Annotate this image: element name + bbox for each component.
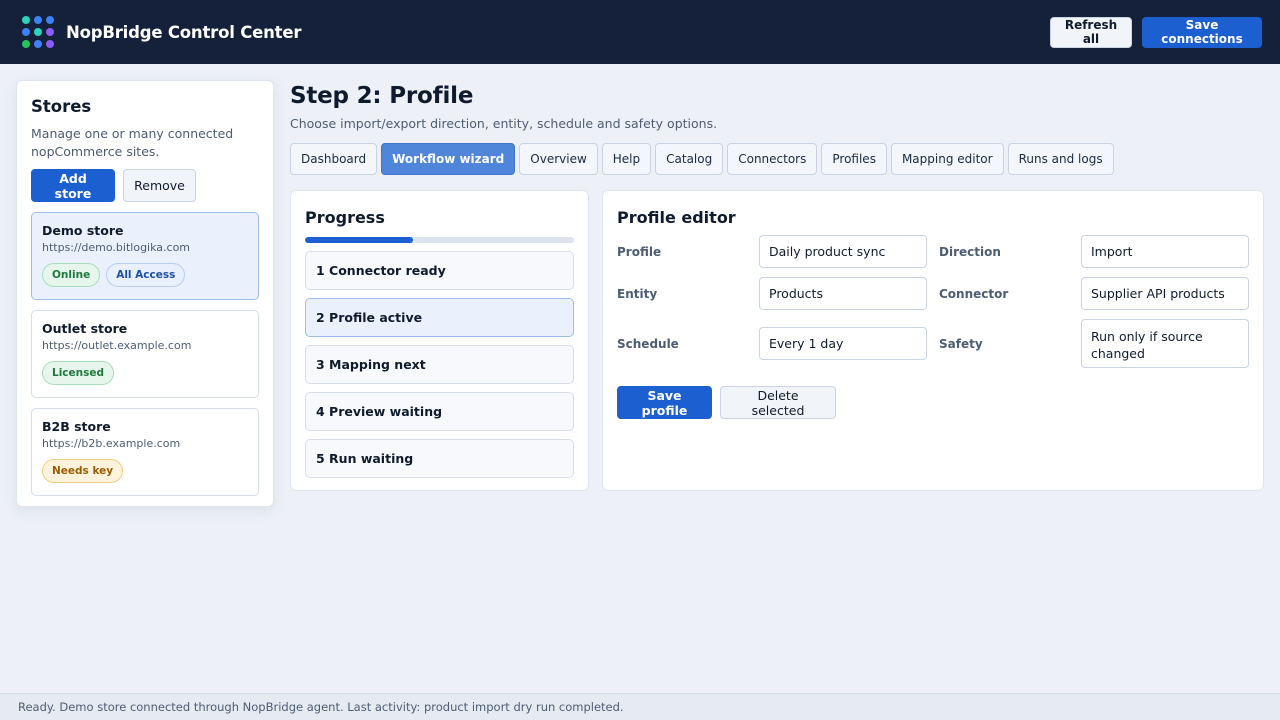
license-badge: Licensed <box>42 361 114 385</box>
header-actions: Refresh all Save connections <box>1050 16 1262 48</box>
tab-help[interactable]: Help <box>601 143 652 175</box>
main-content: Step 2: Profile Choose import/export dir… <box>290 80 1265 491</box>
safety-field[interactable]: Run only if source changed <box>1081 319 1249 368</box>
store-url: https://outlet.example.com <box>42 339 192 352</box>
tab-dashboard[interactable]: Dashboard <box>290 143 378 175</box>
tab-profiles[interactable]: Profiles <box>821 143 887 175</box>
top-bar: NopBridge Control Center Refresh all Sav… <box>0 0 1280 64</box>
step-run[interactable]: 5 Run waiting <box>305 439 574 478</box>
tab-catalog[interactable]: Catalog <box>655 143 724 175</box>
tab-mapping-editor[interactable]: Mapping editor <box>890 143 1004 175</box>
step-profile[interactable]: 2 Profile active <box>305 298 574 337</box>
store-name: Outlet store <box>42 321 128 336</box>
save-connections-button[interactable]: Save connections <box>1142 16 1262 48</box>
progress-bar-fill <box>305 237 413 243</box>
page-title: Step 2: Profile <box>290 83 474 109</box>
step-mapping[interactable]: 3 Mapping next <box>305 345 574 384</box>
status-bar: Ready. Demo store connected through NopB… <box>0 693 1280 720</box>
add-store-button[interactable]: Add store <box>31 169 115 202</box>
app-logo-icon <box>22 16 54 48</box>
stores-sidebar: Stores Manage one or many connected nopC… <box>16 80 274 507</box>
save-profile-button[interactable]: Save profile <box>617 386 712 419</box>
progress-bar <box>305 237 574 243</box>
connector-label: Connector <box>939 286 1009 301</box>
entity-label: Entity <box>617 286 658 301</box>
store-url: https://demo.bitlogika.com <box>42 241 191 254</box>
license-badge: All Access <box>106 263 186 287</box>
direction-field[interactable]: Import <box>1081 235 1249 268</box>
progress-title: Progress <box>305 208 385 227</box>
store-url: https://b2b.example.com <box>42 437 181 450</box>
direction-label: Direction <box>939 244 1001 259</box>
sidebar-actions: Add store Remove <box>31 169 259 202</box>
store-card-demo[interactable]: Demo store https://demo.bitlogika.com On… <box>31 212 259 300</box>
safety-label: Safety <box>939 336 983 351</box>
tab-overview[interactable]: Overview <box>519 143 598 175</box>
schedule-label: Schedule <box>617 336 679 351</box>
store-badges: Needs key <box>42 459 248 483</box>
connector-field[interactable]: Supplier API products <box>1081 277 1249 310</box>
sidebar-title: Stores <box>31 97 92 116</box>
profile-field[interactable]: Daily product sync <box>759 235 927 268</box>
store-name: Demo store <box>42 223 124 238</box>
tab-bar: Dashboard Workflow wizard Overview Help … <box>290 143 1265 175</box>
progress-panel: Progress 1 Connector ready 2 Profile act… <box>290 190 589 491</box>
tab-workflow-wizard[interactable]: Workflow wizard <box>381 143 516 175</box>
editor-title: Profile editor <box>617 208 736 227</box>
editor-actions: Save profile Delete selected <box>617 386 1249 419</box>
step-preview[interactable]: 4 Preview waiting <box>305 392 574 431</box>
profile-form: Profile Daily product sync Direction Imp… <box>617 235 1249 368</box>
store-card-outlet[interactable]: Outlet store https://outlet.example.com … <box>31 310 259 398</box>
remove-store-button[interactable]: Remove <box>123 169 196 202</box>
store-card-b2b[interactable]: B2B store https://b2b.example.com Needs … <box>31 408 259 496</box>
warning-badge: Needs key <box>42 459 124 483</box>
tab-connectors[interactable]: Connectors <box>727 143 818 175</box>
store-badges: Licensed <box>42 361 248 385</box>
refresh-all-button[interactable]: Refresh all <box>1050 16 1132 48</box>
app-title: NopBridge Control Center <box>66 22 302 42</box>
profile-editor-panel: Profile editor Profile Daily product syn… <box>602 190 1264 491</box>
tab-runs-and-logs[interactable]: Runs and logs <box>1007 143 1114 175</box>
store-badges: Online All Access <box>42 263 248 287</box>
sidebar-description: Manage one or many connected nopCommerce… <box>31 126 234 159</box>
status-badge: Online <box>42 263 101 287</box>
delete-selected-button[interactable]: Delete selected <box>720 386 836 419</box>
profile-label: Profile <box>617 244 662 259</box>
page-subtitle: Choose import/export direction, entity, … <box>290 116 718 131</box>
status-text: Ready. Demo store connected through NopB… <box>18 700 624 714</box>
entity-field[interactable]: Products <box>759 277 927 310</box>
step-connector[interactable]: 1 Connector ready <box>305 251 574 290</box>
schedule-field[interactable]: Every 1 day <box>759 327 927 360</box>
store-name: B2B store <box>42 419 111 434</box>
